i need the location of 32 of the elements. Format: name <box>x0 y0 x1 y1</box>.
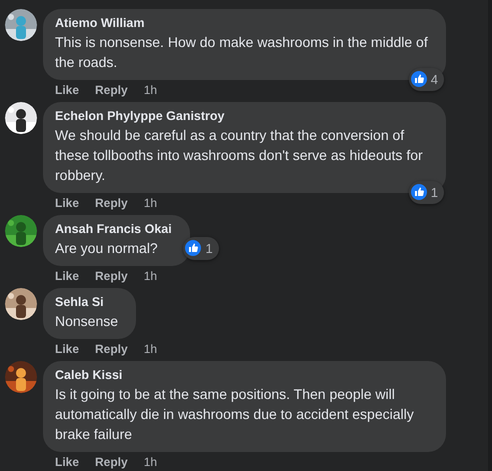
reaction-badge[interactable]: 1 <box>183 236 219 260</box>
reply-link[interactable]: Reply <box>95 342 128 356</box>
comment-time[interactable]: 1h <box>144 342 158 356</box>
author-name[interactable]: Ansah Francis Okai <box>55 221 172 238</box>
comment-text: Are you normal? <box>55 239 159 258</box>
reply-link[interactable]: Reply <box>95 83 128 97</box>
author-name[interactable]: Caleb Kissi <box>55 367 428 384</box>
reaction-count: 1 <box>430 184 438 202</box>
reply-link[interactable]: Reply <box>95 196 128 210</box>
like-link[interactable]: Like <box>55 455 80 469</box>
comment-time[interactable]: 1h <box>144 455 158 469</box>
like-link[interactable]: Like <box>55 83 80 97</box>
like-link[interactable]: Like <box>55 196 80 210</box>
thumbs-up-icon <box>410 184 427 200</box>
like-link[interactable]: Like <box>55 342 80 356</box>
reaction-badge[interactable]: 1 <box>408 180 444 204</box>
comment-time[interactable]: 1h <box>144 83 158 97</box>
reaction-badge[interactable]: 4 <box>408 68 444 91</box>
comment-text: Is it going to be at the same positions. Then people will automatically die in washrooms due to accident especially brake failure <box>55 385 415 444</box>
comment-time[interactable]: 1h <box>144 269 158 283</box>
comment-time[interactable]: 1h <box>144 196 158 210</box>
author-name[interactable]: Echelon Phylyppe Ganistroy <box>55 108 428 125</box>
reaction-count: 4 <box>430 70 438 88</box>
thumbs-up-icon <box>185 240 202 256</box>
reply-link[interactable]: Reply <box>95 455 128 469</box>
like-link[interactable]: Like <box>55 269 80 283</box>
author-name[interactable]: Atiemo William <box>55 15 428 32</box>
comment-text: Nonsense <box>55 312 118 331</box>
author-name[interactable]: Sehla Si <box>55 294 118 311</box>
thumbs-up-icon <box>410 71 427 88</box>
reply-link[interactable]: Reply <box>95 269 128 283</box>
reaction-count: 1 <box>205 240 213 258</box>
